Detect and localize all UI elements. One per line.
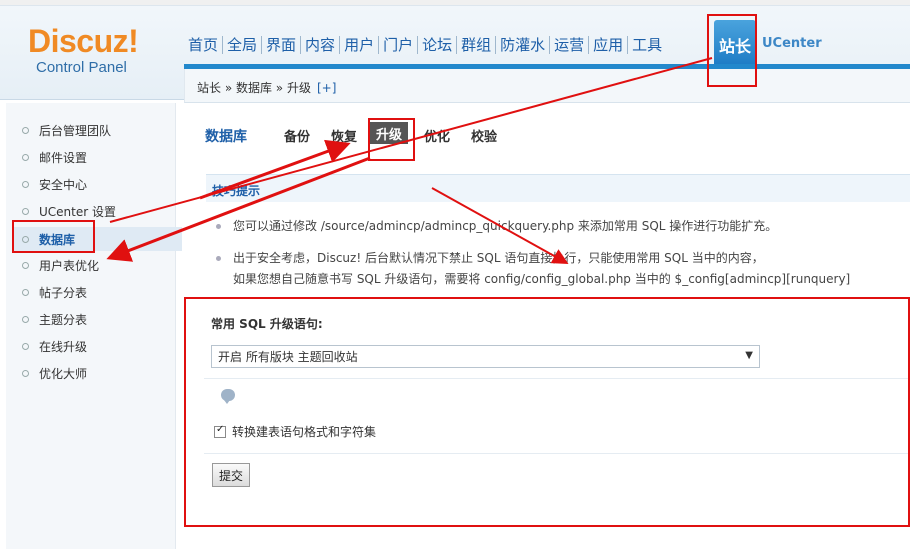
bullet-icon [216, 256, 221, 261]
breadcrumb: 站长 » 数据库 » 升级 [+] [197, 79, 336, 96]
logo-text: Discuz! [28, 23, 139, 59]
bullet-icon [22, 207, 29, 215]
nav-item-home[interactable]: 首页 [184, 36, 224, 54]
sql-upgrade-form: 常用 SQL 升级语句: 开启 所有版块 主题回收站 ▼ 转换建表语句格式和字符… [184, 297, 910, 527]
form-label: 常用 SQL 升级语句: [211, 317, 323, 331]
breadcrumb-text: 站长 » 数据库 » 升级 [197, 81, 311, 95]
nav-item-apps[interactable]: 应用 [589, 36, 629, 54]
sidebar-item-online-upgrade[interactable]: 在线升级 [22, 336, 87, 356]
help-icon[interactable] [221, 389, 235, 404]
sidebar-item-label: 帖子分表 [39, 285, 88, 300]
bullet-icon [216, 224, 221, 229]
bullet-icon [22, 288, 29, 296]
tip-text: 出于安全考虑，Discuz! 后台默认情况下禁止 SQL 语句直接执行，只能使用… [233, 251, 764, 265]
bullet-icon [22, 126, 29, 134]
sidebar-item-database[interactable]: 数据库 [12, 227, 182, 251]
sidebar-item-user-table-optimize[interactable]: 用户表优化 [22, 255, 99, 275]
bullet-icon [22, 153, 29, 161]
nav-item-forum[interactable]: 论坛 [418, 36, 458, 54]
divider [204, 453, 910, 454]
nav-item-tools[interactable]: 工具 [628, 36, 666, 54]
nav-item-content[interactable]: 内容 [301, 36, 341, 54]
nav-item-antispam[interactable]: 防灌水 [496, 36, 551, 54]
bullet-icon [22, 315, 29, 323]
sidebar-item-label: 优化大师 [39, 366, 88, 381]
convert-charset-checkbox[interactable] [214, 424, 226, 438]
tip-security-cont: 如果您想自己随意书写 SQL 升级语句，需要将 config/config_gl… [233, 272, 851, 286]
sidebar-item-label: 用户表优化 [39, 258, 100, 273]
bullet-icon [22, 235, 29, 243]
bullet-icon [22, 342, 29, 350]
submit-button[interactable]: 提交 [212, 463, 250, 487]
nav-item-groups[interactable]: 群组 [457, 36, 497, 54]
nav-item-portal[interactable]: 门户 [379, 36, 419, 54]
sidebar-item-mail-settings[interactable]: 邮件设置 [22, 147, 87, 167]
sidebar-item-ucenter-settings[interactable]: UCenter 设置 [22, 201, 116, 221]
logo[interactable]: Discuz! Control Panel [28, 24, 178, 76]
sidebar: 后台管理团队 邮件设置 安全中心 UCenter 设置 数据库 用户表优化 帖子… [6, 103, 182, 549]
top-nav: 首页 全局 界面 内容 用户 门户 论坛 群组 防灌水 运营 应用 工具 [184, 30, 666, 60]
sidebar-item-label: 在线升级 [39, 339, 88, 354]
select-value: 开启 所有版块 主题回收站 [218, 350, 358, 364]
breadcrumb-bar: 站长 » 数据库 » 升级 [+] [184, 69, 910, 103]
divider [204, 378, 910, 379]
sidebar-item-thread-split[interactable]: 主题分表 [22, 309, 87, 329]
tip-text: 您可以通过修改 /source/admincp/admincp_quickque… [233, 219, 778, 233]
tab-optimize[interactable]: 优化 [424, 126, 450, 145]
bullet-icon [22, 369, 29, 377]
nav-item-operations[interactable]: 运营 [550, 36, 590, 54]
page-title: 数据库 [205, 129, 247, 145]
checkbox-label: 转换建表语句格式和字符集 [232, 425, 377, 439]
nav-item-global[interactable]: 全局 [223, 36, 263, 54]
convert-charset-option[interactable]: 转换建表语句格式和字符集 [214, 423, 376, 440]
tab-check[interactable]: 校验 [471, 126, 497, 145]
sidebar-item-label: 数据库 [39, 232, 76, 247]
tips-title: 技巧提示 [212, 184, 261, 198]
sidebar-item-label: 安全中心 [39, 177, 88, 192]
tab-restore[interactable]: 恢复 [331, 126, 357, 145]
sidebar-item-label: 主题分表 [39, 312, 88, 327]
nav-item-users[interactable]: 用户 [340, 36, 380, 54]
nav-item-ucenter[interactable]: UCenter [762, 36, 822, 51]
nav-item-webmaster[interactable]: 站长 [714, 20, 756, 70]
top-strip [0, 0, 910, 6]
tip-security: 出于安全考虑，Discuz! 后台默认情况下禁止 SQL 语句直接执行，只能使用… [216, 249, 764, 266]
sidebar-item-security[interactable]: 安全中心 [22, 174, 87, 194]
nav-item-interface[interactable]: 界面 [262, 36, 302, 54]
sidebar-item-label: 邮件设置 [39, 150, 88, 165]
add-favorite-link[interactable]: [+] [317, 81, 336, 95]
tab-backup[interactable]: 备份 [284, 126, 310, 145]
sidebar-item-post-split[interactable]: 帖子分表 [22, 282, 87, 302]
logo-subtitle: Control Panel [36, 59, 127, 76]
sidebar-item-label: UCenter 设置 [39, 204, 116, 219]
sidebar-item-optimizer[interactable]: 优化大师 [22, 363, 87, 383]
sidebar-item-admin-team[interactable]: 后台管理团队 [22, 120, 111, 140]
sql-select[interactable]: 开启 所有版块 主题回收站 ▼ [211, 345, 760, 368]
tip-quickquery: 您可以通过修改 /source/admincp/admincp_quickque… [216, 217, 777, 234]
bullet-icon [22, 261, 29, 269]
sidebar-item-label: 后台管理团队 [39, 123, 112, 138]
chevron-down-icon: ▼ [745, 350, 753, 361]
tab-upgrade[interactable]: 升级 [370, 122, 408, 144]
tips-header: 技巧提示 [206, 174, 910, 202]
bullet-icon [22, 180, 29, 188]
